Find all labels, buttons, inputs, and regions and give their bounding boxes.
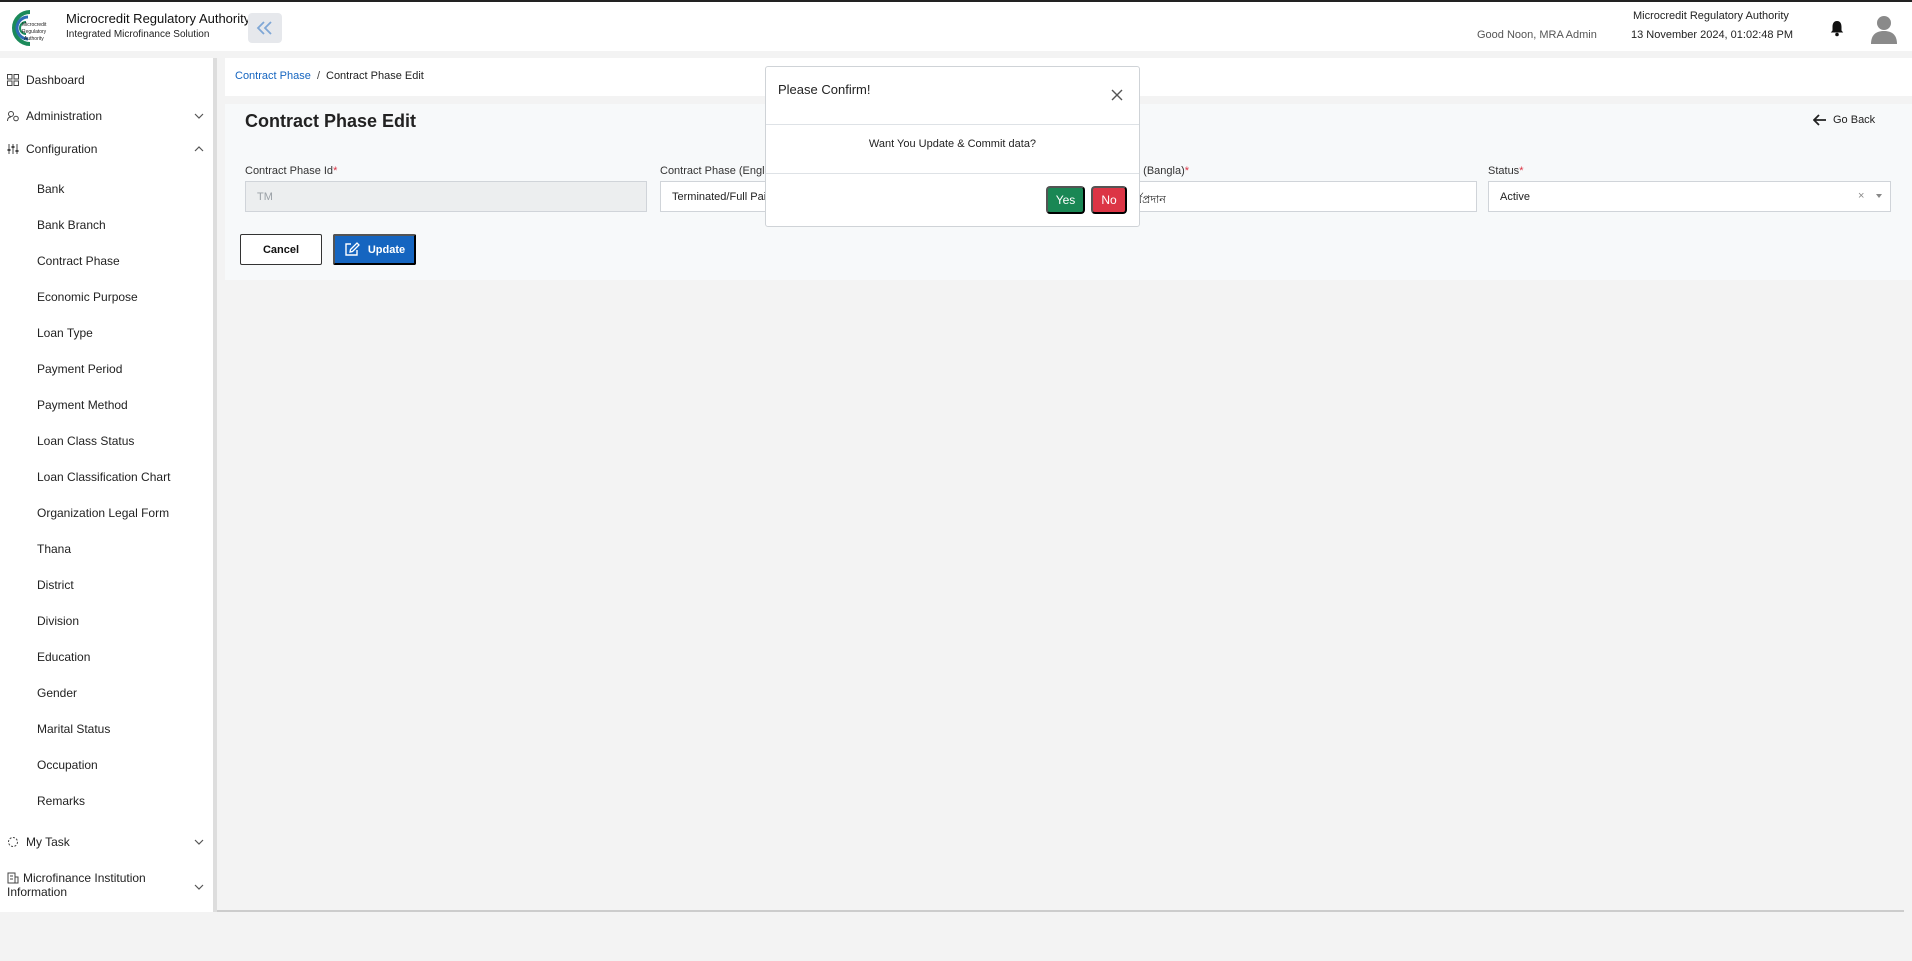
cancel-button[interactable]: Cancel <box>240 234 322 265</box>
status-label: Status* <box>1488 165 1524 177</box>
sliders-icon <box>7 144 19 154</box>
building-icon <box>7 872 19 884</box>
clear-selection-icon[interactable]: × <box>1858 190 1864 202</box>
dialog-divider <box>766 173 1139 174</box>
sidebar: Dashboard Administration Configuration B… <box>0 58 217 912</box>
update-button[interactable]: Update <box>333 234 416 265</box>
close-icon[interactable] <box>1111 89 1123 101</box>
status-select[interactable]: Active <box>1488 181 1891 212</box>
user-avatar-icon[interactable] <box>1870 14 1898 44</box>
contract-phase-english-input[interactable]: Terminated/Full Paid <box>660 181 766 212</box>
sidebar-item-label: Administration <box>26 109 103 123</box>
content-bottom-divider <box>217 910 1904 912</box>
sidebar-item-education[interactable]: Education <box>37 650 90 664</box>
sidebar-item-loan-class-status[interactable]: Loan Class Status <box>37 434 134 448</box>
org-name: Microcredit Regulatory Authority <box>1633 10 1789 22</box>
go-back-button[interactable]: Go Back <box>1813 114 1875 126</box>
svg-text:Microcredit: Microcredit <box>22 22 47 28</box>
sidebar-item-economic-purpose[interactable]: Economic Purpose <box>37 290 138 304</box>
no-button[interactable]: No <box>1091 186 1127 214</box>
bell-icon[interactable] <box>1829 19 1845 37</box>
confirm-dialog: Please Confirm! Want You Update & Commit… <box>765 66 1140 227</box>
dialog-title: Please Confirm! <box>778 82 871 97</box>
users-cog-icon <box>7 111 19 122</box>
collapse-sidebar-button[interactable] <box>248 13 282 43</box>
grid-icon <box>7 74 19 86</box>
sidebar-item-division[interactable]: Division <box>37 614 79 628</box>
breadcrumb-current: Contract Phase Edit <box>326 70 424 82</box>
contract-phase-bangla-input[interactable]: র্থপ্রদান <box>1134 181 1477 212</box>
brand-title: Microcredit Regulatory Authority <box>66 11 251 26</box>
chevron-down-icon <box>194 839 204 845</box>
sidebar-item-payment-period[interactable]: Payment Period <box>37 362 122 376</box>
sidebar-item-label: My Task <box>26 835 70 849</box>
app-header: Microcredit Regulatory Authority Microcr… <box>0 2 1912 51</box>
arrow-left-icon <box>1813 114 1826 126</box>
contract-phase-id-input[interactable]: TM <box>245 181 647 212</box>
sidebar-item-district[interactable]: District <box>37 578 74 592</box>
chevron-down-icon <box>194 113 204 119</box>
yes-button[interactable]: Yes <box>1046 186 1085 214</box>
spinner-icon <box>8 837 18 847</box>
contract-phase-bangla-label: e (Bangla)* <box>1134 165 1190 177</box>
svg-text:Regulatory: Regulatory <box>22 29 47 35</box>
page-title: Contract Phase Edit <box>245 111 417 131</box>
sidebar-item-mfi-information[interactable]: Microfinance Institution Information <box>7 871 157 899</box>
sidebar-item-label: Dashboard <box>26 73 85 87</box>
contract-phase-id-label: Contract Phase Id* <box>245 165 338 177</box>
greeting-text: Good Noon, MRA Admin <box>1477 29 1597 41</box>
breadcrumb-separator: / <box>317 70 321 82</box>
edit-icon <box>345 242 360 256</box>
sidebar-item-occupation[interactable]: Occupation <box>37 758 98 772</box>
dialog-message: Want You Update & Commit data? <box>868 138 1037 150</box>
current-datetime: 13 November 2024, 01:02:48 PM <box>1631 29 1794 41</box>
contract-phase-english-label: Contract Phase (Englis <box>660 165 773 177</box>
sidebar-item-label: Microfinance Institution Information <box>7 871 146 899</box>
sidebar-item-organization-legal-form[interactable]: Organization Legal Form <box>37 506 169 520</box>
breadcrumb-link-contract-phase[interactable]: Contract Phase <box>235 70 311 82</box>
sidebar-item-gender[interactable]: Gender <box>37 686 77 700</box>
chevron-up-icon <box>194 146 204 152</box>
sidebar-item-loan-type[interactable]: Loan Type <box>37 326 93 340</box>
sidebar-item-marital-status[interactable]: Marital Status <box>37 722 110 736</box>
sidebar-item-payment-method[interactable]: Payment Method <box>37 398 128 412</box>
go-back-label: Go Back <box>1833 114 1876 126</box>
double-chevron-left-icon <box>256 21 272 35</box>
sidebar-item-bank-branch[interactable]: Bank Branch <box>37 218 106 232</box>
sidebar-item-loan-classification-chart[interactable]: Loan Classification Chart <box>37 470 170 484</box>
update-label: Update <box>367 243 406 256</box>
brand-subtitle: Integrated Microfinance Solution <box>66 29 210 40</box>
sidebar-item-bank[interactable]: Bank <box>37 182 64 196</box>
mra-logo[interactable]: Microcredit Regulatory Authority <box>6 8 58 48</box>
dialog-divider <box>766 124 1139 125</box>
chevron-down-icon[interactable] <box>194 882 204 892</box>
svg-text:Authority: Authority <box>24 36 44 42</box>
sidebar-item-contract-phase[interactable]: Contract Phase <box>37 254 120 268</box>
sidebar-item-remarks[interactable]: Remarks <box>37 794 85 808</box>
sidebar-item-label: Configuration <box>26 142 98 156</box>
caret-down-icon[interactable] <box>1876 194 1882 198</box>
sidebar-item-thana[interactable]: Thana <box>37 542 71 556</box>
